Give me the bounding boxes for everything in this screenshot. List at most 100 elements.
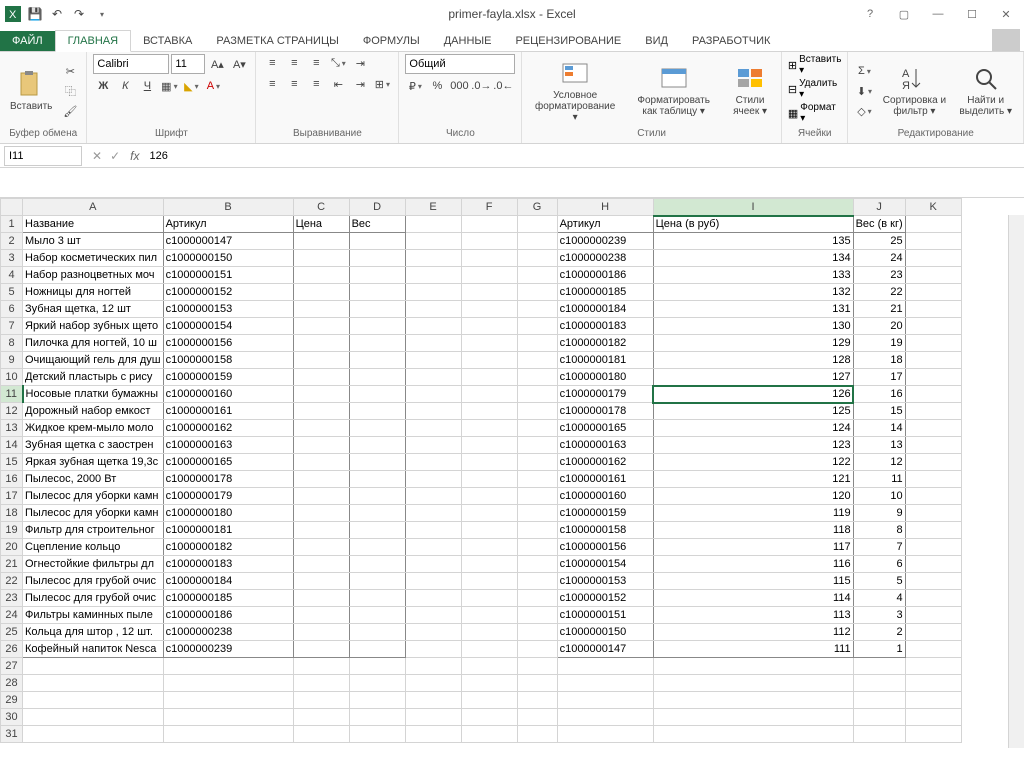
cell-J27[interactable]: [853, 658, 905, 675]
cell-G30[interactable]: [517, 709, 557, 726]
cell-E29[interactable]: [405, 692, 461, 709]
cell-B1[interactable]: Артикул: [163, 216, 293, 233]
cell-C6[interactable]: [293, 301, 349, 318]
cell-G22[interactable]: [517, 573, 557, 590]
tab-developer[interactable]: РАЗРАБОТЧИК: [680, 31, 782, 51]
cell-I6[interactable]: 131: [653, 301, 853, 318]
cell-D23[interactable]: [349, 590, 405, 607]
cell-K19[interactable]: [905, 522, 961, 539]
cell-H30[interactable]: [557, 709, 653, 726]
cell-K6[interactable]: [905, 301, 961, 318]
cell-A26[interactable]: Кофейный напиток Nesca: [23, 641, 164, 658]
cell-B6[interactable]: с1000000153: [163, 301, 293, 318]
cell-E1[interactable]: [405, 216, 461, 233]
cell-G6[interactable]: [517, 301, 557, 318]
cell-J10[interactable]: 17: [853, 369, 905, 386]
cell-D9[interactable]: [349, 352, 405, 369]
cell-G5[interactable]: [517, 284, 557, 301]
cell-A17[interactable]: Пылесос для уборки камн: [23, 488, 164, 505]
cell-A11[interactable]: Носовые платки бумажны: [23, 386, 164, 403]
cell-A30[interactable]: [23, 709, 164, 726]
bold-button[interactable]: Ж: [93, 77, 113, 95]
cell-B14[interactable]: с1000000163: [163, 437, 293, 454]
enter-formula-icon[interactable]: ✓: [110, 149, 120, 163]
cell-B19[interactable]: с1000000181: [163, 522, 293, 539]
cell-E25[interactable]: [405, 624, 461, 641]
cell-D22[interactable]: [349, 573, 405, 590]
cell-I24[interactable]: 113: [653, 607, 853, 624]
col-header-H[interactable]: H: [557, 199, 653, 216]
row-header-25[interactable]: 25: [1, 624, 23, 641]
tab-view[interactable]: ВИД: [633, 31, 680, 51]
cell-C16[interactable]: [293, 471, 349, 488]
cell-F10[interactable]: [461, 369, 517, 386]
cell-H19[interactable]: с1000000158: [557, 522, 653, 539]
merge-button[interactable]: ⊞: [372, 75, 392, 93]
cell-D2[interactable]: [349, 233, 405, 250]
increase-font-icon[interactable]: A▴: [207, 55, 227, 73]
cell-E12[interactable]: [405, 403, 461, 420]
cell-B16[interactable]: с1000000178: [163, 471, 293, 488]
cell-E23[interactable]: [405, 590, 461, 607]
cell-K1[interactable]: [905, 216, 961, 233]
cell-D28[interactable]: [349, 675, 405, 692]
cell-B21[interactable]: с1000000183: [163, 556, 293, 573]
cell-G19[interactable]: [517, 522, 557, 539]
cell-F7[interactable]: [461, 318, 517, 335]
row-header-12[interactable]: 12: [1, 403, 23, 420]
cell-G3[interactable]: [517, 250, 557, 267]
cell-K7[interactable]: [905, 318, 961, 335]
cell-B15[interactable]: с1000000165: [163, 454, 293, 471]
cell-J19[interactable]: 8: [853, 522, 905, 539]
cell-C24[interactable]: [293, 607, 349, 624]
col-header-C[interactable]: C: [293, 199, 349, 216]
cell-K11[interactable]: [905, 386, 961, 403]
row-header-11[interactable]: 11: [1, 386, 23, 403]
cell-K24[interactable]: [905, 607, 961, 624]
cell-H27[interactable]: [557, 658, 653, 675]
cell-C19[interactable]: [293, 522, 349, 539]
tab-data[interactable]: ДАННЫЕ: [432, 31, 504, 51]
cell-D6[interactable]: [349, 301, 405, 318]
cell-A12[interactable]: Дорожный набор емкост: [23, 403, 164, 420]
cell-G27[interactable]: [517, 658, 557, 675]
formula-bar[interactable]: [145, 146, 1024, 166]
row-header-16[interactable]: 16: [1, 471, 23, 488]
cell-E9[interactable]: [405, 352, 461, 369]
cell-F9[interactable]: [461, 352, 517, 369]
cell-J26[interactable]: 1: [853, 641, 905, 658]
cell-K18[interactable]: [905, 505, 961, 522]
cell-B31[interactable]: [163, 726, 293, 743]
cell-I15[interactable]: 122: [653, 454, 853, 471]
cell-C17[interactable]: [293, 488, 349, 505]
cell-J20[interactable]: 7: [853, 539, 905, 556]
cell-A2[interactable]: Мыло 3 шт: [23, 233, 164, 250]
cell-I11[interactable]: 126: [653, 386, 853, 403]
select-all-corner[interactable]: [1, 199, 23, 216]
decrease-font-icon[interactable]: A▾: [229, 55, 249, 73]
cell-F18[interactable]: [461, 505, 517, 522]
cell-G24[interactable]: [517, 607, 557, 624]
cell-B24[interactable]: с1000000186: [163, 607, 293, 624]
user-avatar[interactable]: [992, 29, 1020, 51]
border-button[interactable]: ▦: [159, 77, 179, 95]
cell-A28[interactable]: [23, 675, 164, 692]
cell-H25[interactable]: с1000000150: [557, 624, 653, 641]
cell-H7[interactable]: с1000000183: [557, 318, 653, 335]
cell-H16[interactable]: с1000000161: [557, 471, 653, 488]
cell-G20[interactable]: [517, 539, 557, 556]
cell-G12[interactable]: [517, 403, 557, 420]
cell-F6[interactable]: [461, 301, 517, 318]
cell-A13[interactable]: Жидкое крем-мыло моло: [23, 420, 164, 437]
cell-B29[interactable]: [163, 692, 293, 709]
row-header-22[interactable]: 22: [1, 573, 23, 590]
align-center-icon[interactable]: ≡: [284, 75, 304, 93]
cell-I26[interactable]: 111: [653, 641, 853, 658]
cell-A6[interactable]: Зубная щетка, 12 шт: [23, 301, 164, 318]
cell-B3[interactable]: с1000000150: [163, 250, 293, 267]
cell-E10[interactable]: [405, 369, 461, 386]
cell-I4[interactable]: 133: [653, 267, 853, 284]
cell-C4[interactable]: [293, 267, 349, 284]
cell-G8[interactable]: [517, 335, 557, 352]
cell-F14[interactable]: [461, 437, 517, 454]
